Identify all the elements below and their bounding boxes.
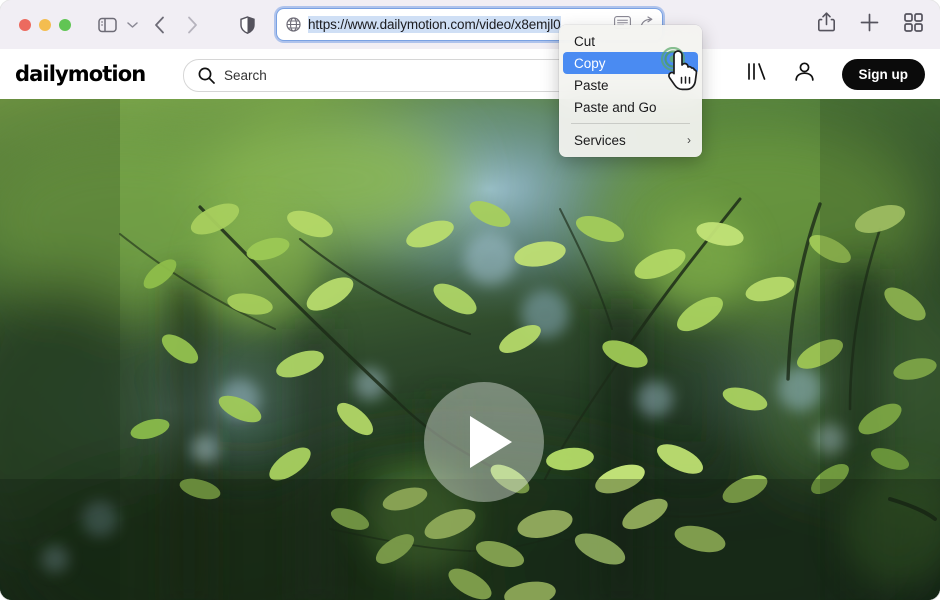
video-player[interactable]: [0, 99, 940, 600]
play-button[interactable]: [424, 382, 544, 502]
library-icon[interactable]: [746, 62, 767, 86]
search-placeholder: Search: [224, 68, 267, 83]
browser-window: https://www.dailymotion.com/video/x8emjl…: [0, 0, 940, 600]
site-header: dailymotion Search Sign up: [0, 49, 940, 99]
share-icon[interactable]: [818, 12, 835, 37]
chevron-down-icon[interactable]: [127, 21, 138, 29]
context-menu-item-label: Services: [574, 132, 626, 148]
context-menu-item-services[interactable]: Services ›: [559, 129, 702, 151]
context-menu-item-cut[interactable]: Cut: [559, 30, 702, 52]
tab-grid-icon[interactable]: [904, 12, 923, 37]
address-bar-text: https://www.dailymotion.com/video/x8emjl…: [308, 16, 561, 33]
chevron-right-icon: ›: [687, 133, 691, 147]
context-menu-item-label: Cut: [574, 33, 596, 49]
context-menu-item-label: Copy: [574, 55, 606, 71]
context-menu: Cut Copy Paste Paste and Go Services ›: [559, 25, 702, 157]
window-controls: [19, 18, 71, 31]
play-triangle-icon: [470, 416, 512, 468]
close-window-button[interactable]: [19, 18, 31, 31]
context-menu-item-label: Paste: [574, 77, 609, 93]
privacy-shield-icon[interactable]: [240, 15, 255, 34]
dailymotion-logo[interactable]: dailymotion: [15, 62, 146, 86]
site-header-actions: Sign up: [746, 49, 925, 99]
minimize-window-button[interactable]: [39, 18, 51, 31]
toolbar-right-actions: [818, 0, 923, 49]
new-tab-button[interactable]: [860, 13, 879, 37]
forward-button[interactable]: [186, 16, 198, 34]
search-icon: [198, 67, 215, 84]
context-menu-item-paste[interactable]: Paste: [559, 74, 702, 96]
back-button[interactable]: [154, 16, 166, 34]
context-menu-separator: [571, 123, 690, 124]
user-account-icon[interactable]: [794, 61, 815, 87]
context-menu-item-label: Paste and Go: [574, 99, 657, 115]
browser-toolbar: https://www.dailymotion.com/video/x8emjl…: [0, 0, 940, 50]
video-background-image: [0, 99, 940, 600]
sidebar-icon[interactable]: [98, 17, 117, 33]
signup-button[interactable]: Sign up: [841, 58, 925, 90]
context-menu-item-copy[interactable]: Copy: [563, 52, 698, 74]
globe-icon: [286, 17, 301, 32]
context-menu-item-paste-and-go[interactable]: Paste and Go: [559, 96, 702, 118]
zoom-window-button[interactable]: [59, 18, 71, 31]
